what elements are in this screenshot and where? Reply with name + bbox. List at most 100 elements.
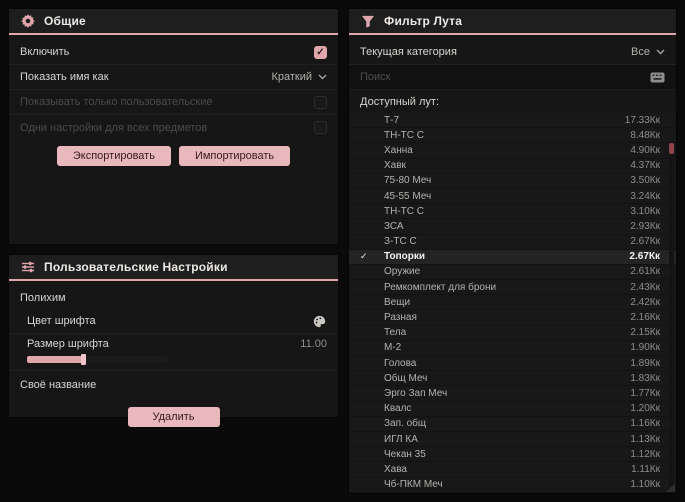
list-item[interactable]: Голова 1.89Кк [349, 356, 676, 372]
panel-loot-filter: Фильтр Лута Текущая категория Все Доступ… [348, 8, 677, 494]
search-input[interactable] [360, 71, 650, 83]
list-item[interactable]: ЗСА 2.93Кк [349, 219, 676, 235]
loot-item-value: 3.24Кк [630, 190, 660, 202]
list-item[interactable]: Чекан 35 1.12Кк [349, 447, 676, 463]
keyboard-icon[interactable] [650, 70, 665, 85]
loot-item-name: 45-55 Меч [384, 190, 432, 202]
custom-name-input[interactable] [106, 374, 327, 395]
list-item[interactable]: Эрго Зап Меч 1.77Кк [349, 386, 676, 402]
loot-item-value: 3.10Кк [630, 205, 660, 217]
panel-title: Фильтр Лута [384, 14, 463, 28]
list-item[interactable]: Хавк 4.37Кк [349, 158, 676, 174]
list-item[interactable]: ТН-ТС С 3.10Кк [349, 204, 676, 220]
chevron-down-icon [656, 49, 665, 55]
font-size-slider[interactable] [27, 354, 167, 365]
list-item[interactable]: ИГЛ КА 1.13Кк [349, 431, 676, 448]
show-name-label: Показать имя как [20, 71, 109, 83]
list-item[interactable]: ✓ Топорки 2.67Кк [349, 249, 676, 265]
same-settings-label: Одни настройки для всех предметов [20, 121, 208, 134]
font-size-label: Размер шрифта [27, 338, 109, 350]
list-item[interactable]: 45-55 Меч 3.24Кк [349, 188, 676, 205]
list-item[interactable]: 75-80 Меч 3.50Кк [349, 173, 676, 189]
app-window: Общие Включить ✓ Показать имя как Кратки… [0, 0, 685, 502]
list-item[interactable]: Общ Меч 1.83Кк [349, 371, 676, 387]
loot-item-name: Хава [384, 463, 407, 475]
gear-icon [20, 14, 35, 29]
list-item[interactable]: Тела 2.15Кк [349, 325, 676, 341]
show-name-value: Краткий [271, 71, 312, 83]
scrollbar[interactable] [669, 141, 674, 489]
list-item[interactable]: Ремкомплект для брони 2.43Кк [349, 280, 676, 296]
list-item[interactable]: Разная 2.16Кк [349, 310, 676, 326]
loot-item-value: 1.83Кк [630, 372, 660, 384]
export-button[interactable]: Экспортировать [56, 146, 171, 166]
list-item[interactable]: Хава 1.11Кк [349, 462, 676, 478]
loot-item-value: 4.90Кк [630, 144, 660, 156]
same-settings-row: Одни настройки для всех предметов [9, 115, 338, 140]
list-item[interactable]: Ханна 4.90Кк [349, 143, 676, 159]
enable-checkbox[interactable]: ✓ [314, 45, 327, 59]
palette-icon[interactable] [312, 314, 327, 329]
list-item[interactable]: Оружие 2.61Кк [349, 264, 676, 281]
loot-item-name: З-ТС С [384, 236, 417, 248]
check-icon: ✓ [360, 251, 368, 262]
resize-grip-icon[interactable] [666, 483, 675, 492]
loot-item-name: Зап. общ [384, 418, 427, 430]
only-custom-row: Показывать только пользовательские [9, 90, 338, 115]
loot-item-value: 2.93Кк [630, 220, 660, 232]
custom-name-row: Своё название [9, 371, 338, 398]
loot-item-name: ИГЛ КА [384, 433, 418, 445]
loot-item-name: Чекан 35 [384, 448, 426, 460]
font-size-row: Размер шрифта 11.00 [9, 334, 338, 354]
loot-item-name: Голова [384, 357, 417, 369]
list-item[interactable]: ТН-ТС С 8.48Кк [349, 128, 676, 144]
list-item[interactable]: Т-7 17.33Кк [349, 113, 676, 129]
loot-item-name: Квалс [384, 403, 412, 415]
slider-thumb[interactable] [81, 354, 86, 365]
loot-item-name: Общ Меч [384, 372, 428, 384]
panel-general: Общие Включить ✓ Показать имя как Кратки… [8, 8, 339, 245]
loot-item-name: ТН-ТС С [384, 205, 424, 217]
list-item[interactable]: Вещи 2.42Кк [349, 295, 676, 311]
only-custom-label: Показывать только пользовательские [20, 96, 213, 108]
loot-item-name: Т-7 [384, 114, 399, 126]
loot-item-value: 1.11Кк [631, 463, 660, 475]
loot-item-name: Хавк [384, 160, 406, 172]
sliders-icon [20, 260, 35, 275]
panel-filter-header: Фильтр Лута [349, 9, 676, 35]
list-item[interactable]: Зап. общ 1.16Кк [349, 416, 676, 432]
panel-title: Пользовательские Настройки [44, 260, 228, 274]
loot-item-value: 2.67Кк [630, 236, 660, 248]
delete-button[interactable]: Удалить [127, 407, 220, 427]
font-color-label: Цвет шрифта [27, 315, 96, 327]
font-color-row: Цвет шрифта [9, 309, 338, 334]
loot-item-value: 2.43Кк [630, 281, 660, 293]
loot-item-name: Разная [384, 312, 417, 324]
custom-name-label: Своё название [20, 378, 97, 391]
loot-item-value: 1.10Кк [630, 479, 660, 491]
category-label: Текущая категория [360, 46, 457, 58]
list-item[interactable]: Чб-ПКМ Меч 1.10Кк [349, 477, 676, 493]
category-dropdown[interactable]: Все [631, 46, 665, 58]
loot-item-name: ТН-ТС С [384, 129, 424, 141]
category-value: Все [631, 46, 650, 58]
show-name-row: Показать имя как Краткий [9, 65, 338, 90]
list-item[interactable]: М-2 1.90Кк [349, 340, 676, 356]
list-item[interactable]: Квалс 1.20Кк [349, 401, 676, 417]
enable-label: Включить [20, 46, 70, 58]
loot-item-value: 2.16Кк [630, 312, 660, 324]
panel-title: Общие [44, 14, 86, 28]
loot-item-name: ЗСА [384, 220, 404, 232]
loot-item-value: 8.48Кк [630, 129, 660, 141]
show-name-dropdown[interactable]: Краткий [271, 71, 327, 83]
import-button[interactable]: Импортировать [178, 146, 291, 166]
loot-list: Т-7 17.33Кк ТН-ТС С 8.48Кк Ханна 4.90Кк … [349, 113, 676, 493]
scrollbar-thumb[interactable] [669, 143, 674, 154]
list-item[interactable]: З-ТС С 2.67Кк [349, 234, 676, 250]
loot-item-value: 1.90Кк [630, 342, 660, 354]
slider-fill [27, 356, 83, 363]
loot-item-name: Топорки [384, 251, 425, 263]
loot-item-value: 2.42Кк [630, 296, 660, 308]
same-settings-checkbox [314, 121, 327, 134]
loot-item-value: 2.67Кк [629, 251, 660, 263]
